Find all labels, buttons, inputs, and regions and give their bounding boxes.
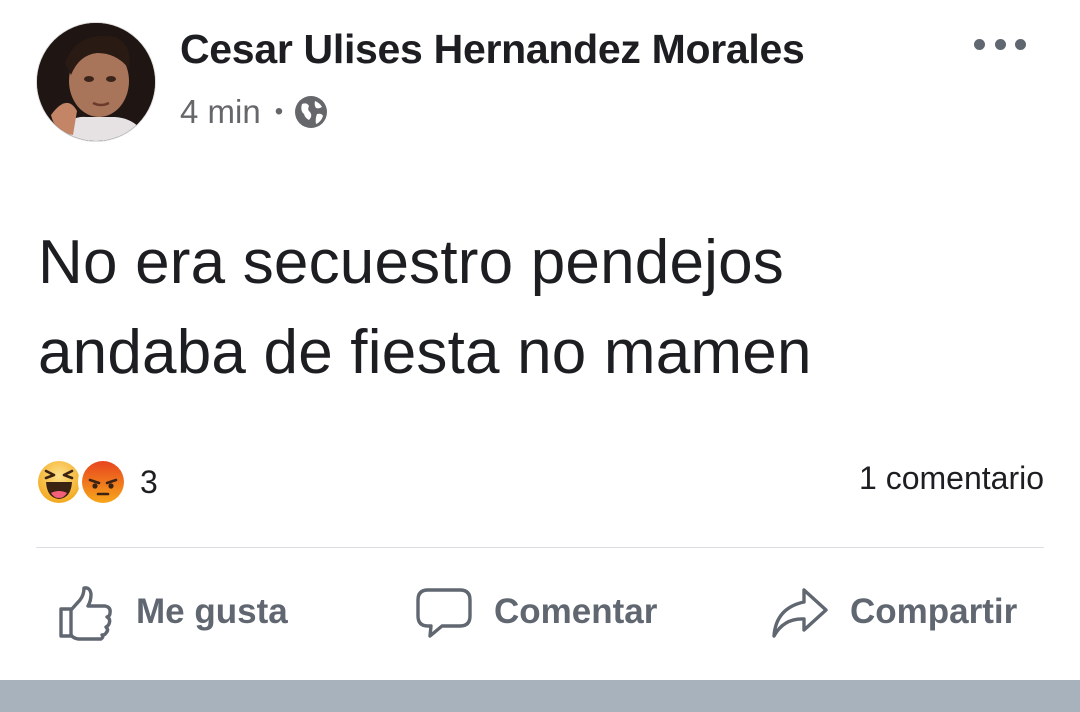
post-text-line: No era secuestro pendejos (38, 228, 785, 297)
author-name[interactable]: Cesar Ulises Hernandez Morales (180, 26, 805, 73)
share-label: Compartir (850, 592, 1018, 631)
more-dot (994, 38, 1006, 50)
post-card: Cesar Ulises Hernandez Morales 4 min • N… (0, 0, 1080, 680)
like-button[interactable]: Me gusta (56, 572, 288, 652)
like-label: Me gusta (136, 592, 288, 631)
post-timestamp[interactable]: 4 min (180, 93, 261, 131)
laughing-haha-icon (34, 457, 84, 507)
author-avatar[interactable] (36, 22, 156, 142)
feed-separator-bar (0, 680, 1080, 712)
reactions-summary[interactable]: 3 (34, 456, 158, 508)
comments-count-link[interactable]: 1 comentario (859, 460, 1044, 497)
globe-icon[interactable] (293, 94, 329, 130)
meta-separator: • (274, 98, 284, 125)
post-body: No era secuestro pendejos andaba de fies… (38, 218, 1038, 398)
angry-icon (78, 457, 128, 507)
avatar-photo (37, 23, 155, 141)
share-button[interactable]: Compartir (770, 572, 1017, 652)
more-dot (1015, 38, 1026, 50)
post-text-line: andaba de fiesta no mamen (38, 318, 812, 387)
share-arrow-icon (772, 588, 828, 638)
comment-label: Comentar (494, 592, 658, 631)
action-bar: Me gusta Comentar Compartir (0, 572, 1080, 652)
comment-bubble-icon (416, 588, 472, 638)
divider (36, 547, 1044, 548)
thumbs-up-icon (59, 586, 112, 641)
comment-button[interactable]: Comentar (414, 572, 657, 652)
reaction-count: 3 (140, 463, 158, 500)
more-dot (974, 38, 985, 50)
post-meta: 4 min • (180, 92, 329, 132)
more-options-icon[interactable] (974, 32, 1026, 56)
